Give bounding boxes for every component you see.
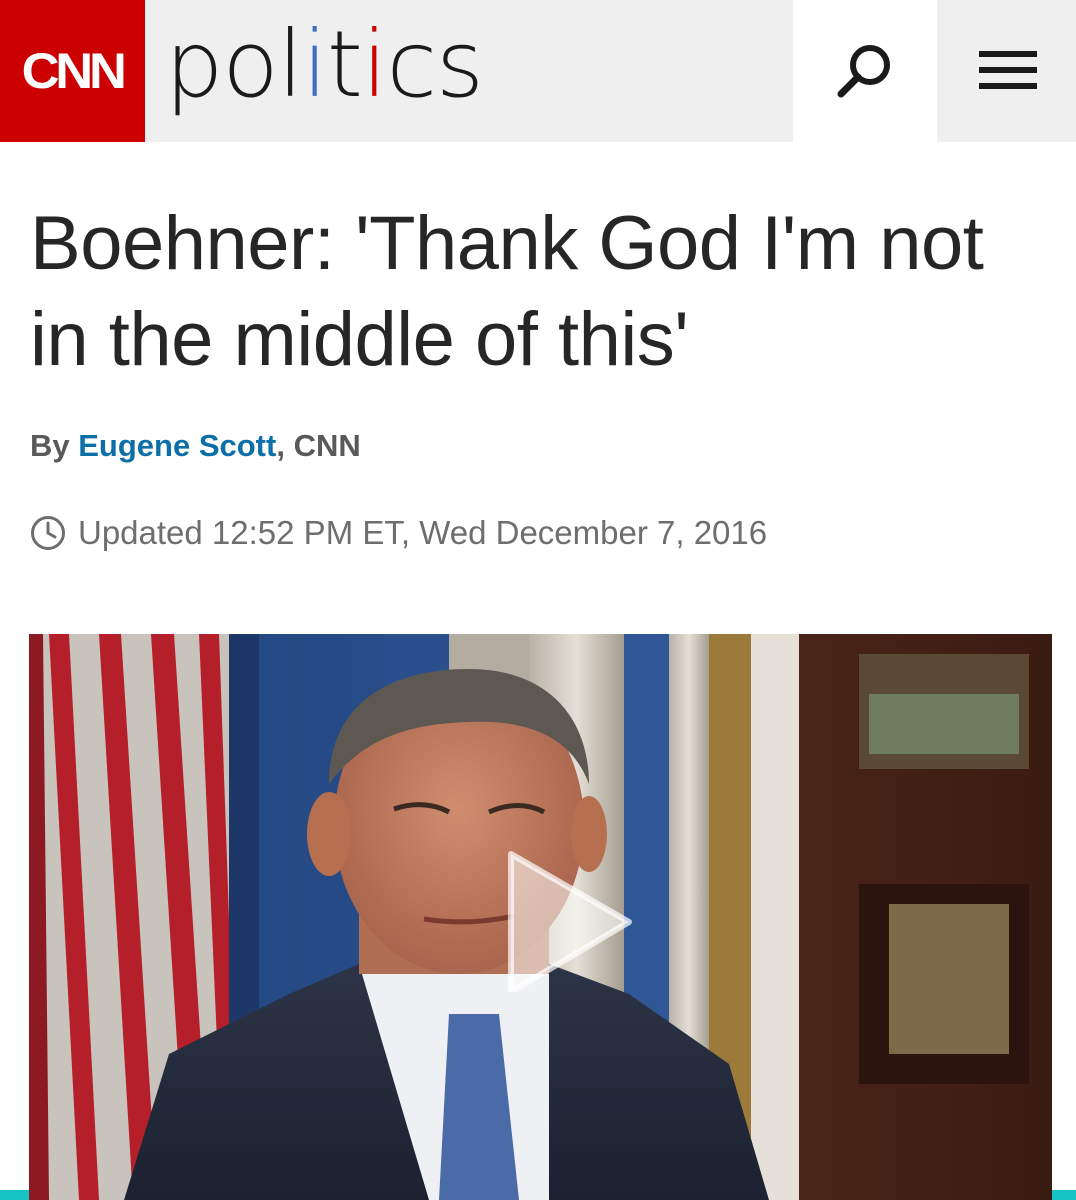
byline: By Eugene Scott, CNN	[30, 428, 361, 464]
author-link[interactable]: Eugene Scott	[78, 428, 276, 463]
timestamp-text: Updated 12:52 PM ET, Wed December 7, 201…	[78, 514, 768, 551]
menu-button[interactable]	[937, 0, 1076, 142]
site-header: CNN politics	[0, 0, 1076, 142]
article-timestamp: Updated 12:52 PM ET, Wed December 7, 201…	[30, 514, 767, 552]
clock-icon	[31, 516, 65, 550]
section-title-politics[interactable]: politics	[165, 10, 484, 120]
byline-source: , CNN	[276, 428, 361, 463]
search-button[interactable]	[793, 0, 937, 142]
article-headline: Boehner: 'Thank God I'm not in the middl…	[30, 201, 984, 382]
video-edge-accent-left	[0, 1190, 29, 1200]
byline-prefix: By	[30, 428, 79, 463]
video-edge-accent-right	[1052, 1190, 1076, 1200]
video-player[interactable]	[29, 634, 1052, 1200]
cnn-logo-text: CNN	[21, 43, 127, 99]
search-icon	[837, 45, 890, 98]
play-icon[interactable]	[489, 842, 639, 992]
cnn-logo[interactable]: CNN	[0, 0, 145, 142]
